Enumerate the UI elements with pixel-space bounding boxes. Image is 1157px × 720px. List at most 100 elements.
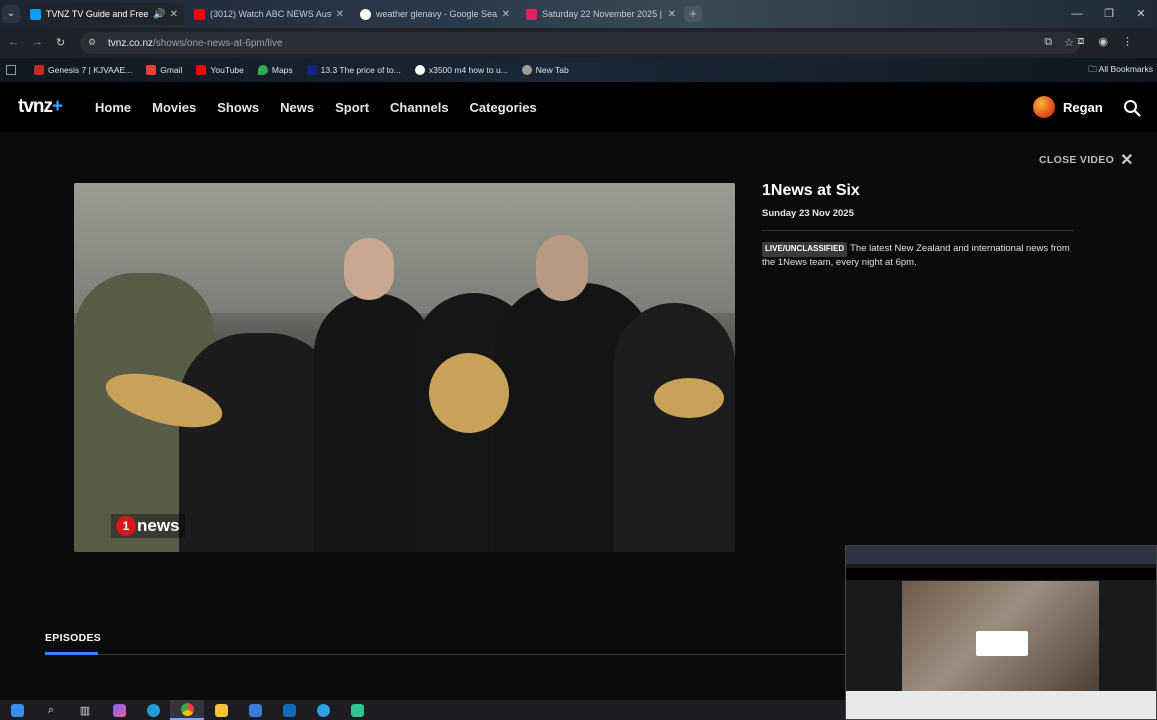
all-bookmarks-button[interactable]: 🗀 All Bookmarks — [1088, 64, 1153, 78]
close-tab-icon[interactable]: ✕ — [668, 9, 676, 20]
menu-icon[interactable]: ⋮ — [1122, 35, 1133, 48]
bookmark-label: x3500 m4 how to u... — [428, 65, 508, 75]
maps-pin-icon — [257, 65, 268, 75]
bookmark-label: 13.3 The price of to... — [320, 65, 401, 75]
close-window-icon[interactable]: ✕ — [1125, 0, 1157, 28]
task-view-icon: ▥ — [79, 704, 91, 717]
folder-icon — [214, 703, 228, 717]
bookmark-price[interactable]: 13.3 The price of to... — [306, 65, 401, 75]
nav-movies[interactable]: Movies — [152, 100, 196, 115]
tab-search-button[interactable]: ⌄ — [2, 5, 20, 23]
tab-title: (3012) Watch ABC NEWS Austr — [210, 9, 332, 19]
video-player[interactable]: 1 news — [74, 183, 735, 552]
mini-browser-chrome — [846, 546, 1156, 564]
bookmark-gmail[interactable]: Gmail — [146, 65, 182, 75]
nav-home[interactable]: Home — [95, 100, 131, 115]
url-path: /shows/one-news-at-6pm/live — [153, 37, 283, 49]
chrome-icon — [180, 702, 194, 716]
speaker-icon[interactable]: 🔊 — [153, 9, 165, 20]
edge-button[interactable] — [136, 700, 170, 720]
bookmark-label: Maps — [271, 65, 293, 75]
tab-title: TVNZ TV Guide and Free Li — [46, 9, 150, 19]
minimize-icon[interactable]: — — [1061, 0, 1093, 28]
globe-icon — [521, 65, 532, 75]
new-tab-button[interactable]: + — [684, 6, 702, 22]
file-explorer-button[interactable] — [204, 700, 238, 720]
edge-icon — [146, 703, 160, 717]
bookmark-new-tab[interactable]: New Tab — [521, 65, 569, 75]
close-video-button[interactable]: CLOSE VIDEO ✕ — [1039, 150, 1134, 170]
video-face — [536, 235, 588, 301]
logo-plus: + — [52, 96, 63, 117]
mini-dialog — [976, 631, 1028, 656]
search-icon[interactable] — [1123, 99, 1141, 117]
back-icon[interactable]: ← — [8, 36, 19, 48]
apps-grid-icon[interactable] — [6, 65, 16, 75]
mini-site-header — [846, 568, 1156, 580]
url-field[interactable]: ⚙ tvnz.co.nz/shows/one-news-at-6pm/live … — [80, 32, 1080, 54]
watermark-text: news — [137, 516, 180, 535]
bookmark-label: Gmail — [160, 65, 183, 75]
close-tab-icon[interactable]: ✕ — [170, 9, 178, 20]
bookmark-genesis[interactable]: Genesis 7 | KJVAAE... — [34, 65, 132, 75]
chrome-button[interactable] — [170, 700, 204, 720]
tvnz-favicon-icon — [30, 8, 41, 20]
play-favicon-icon — [526, 8, 537, 20]
restore-icon[interactable]: ❐ — [1093, 0, 1125, 28]
telegram-button[interactable] — [306, 700, 340, 720]
bookmark-x3500[interactable]: x3500 m4 how to u... — [414, 65, 508, 75]
install-app-icon[interactable]: ⧉ — [1044, 36, 1052, 49]
user-profile-button[interactable]: Regan — [1033, 96, 1103, 118]
app-button[interactable] — [340, 700, 374, 720]
bookmark-label: Genesis 7 | KJVAAE... — [48, 65, 133, 75]
forward-icon[interactable]: → — [32, 36, 43, 48]
store-button[interactable] — [238, 700, 272, 720]
bookmark-favicon-icon — [306, 65, 317, 75]
close-tab-icon[interactable]: ✕ — [502, 9, 510, 20]
tvnz-logo[interactable]: tvnz+ — [18, 96, 63, 118]
tab-episodes[interactable]: EPISODES — [45, 632, 101, 644]
browser-tab-weather[interactable]: weather glenavy - Google Sea ✕ — [354, 3, 516, 25]
youtube-favicon-icon — [194, 8, 205, 20]
main-nav: Home Movies Shows News Sport Channels Ca… — [95, 100, 537, 115]
reload-icon[interactable]: ↻ — [56, 36, 65, 49]
site-info-icon[interactable]: ⚙ — [88, 37, 100, 49]
telegram-icon — [316, 703, 330, 717]
bookmark-maps[interactable]: Maps — [257, 65, 293, 75]
tab-title: Saturday 22 November 2025 | F — [542, 9, 664, 19]
wheat-bundle — [654, 378, 724, 418]
nav-sport[interactable]: Sport — [335, 100, 369, 115]
tab-title: weather glenavy - Google Sea — [376, 9, 498, 19]
extensions-icon[interactable]: ⧈ — [1077, 35, 1084, 48]
copilot-button[interactable] — [102, 700, 136, 720]
bookmark-youtube[interactable]: YouTube — [196, 65, 244, 75]
close-tab-icon[interactable]: ✕ — [336, 9, 344, 20]
outlook-button[interactable] — [272, 700, 306, 720]
mini-player-overlay[interactable] — [845, 545, 1157, 720]
gmail-icon — [146, 65, 157, 75]
active-tab-indicator — [45, 652, 98, 655]
browser-tab-abc[interactable]: (3012) Watch ABC NEWS Austr ✕ — [188, 3, 350, 25]
task-view-button[interactable]: ▥ — [68, 700, 102, 720]
classification-badge: LIVE/UNCLASSIFIED — [762, 242, 848, 257]
browser-tab-saturday[interactable]: Saturday 22 November 2025 | F ✕ — [520, 3, 682, 25]
bookmark-favicon-icon — [34, 65, 44, 75]
show-date: Sunday 23 Nov 2025 — [762, 208, 854, 219]
divider — [45, 654, 845, 655]
bookmark-star-icon[interactable]: ☆ — [1064, 36, 1074, 49]
start-button[interactable] — [0, 700, 34, 720]
outlook-icon — [282, 703, 296, 717]
nav-news[interactable]: News — [280, 100, 314, 115]
address-bar-row: ← → ↻ ⚙ tvnz.co.nz/shows/one-news-at-6pm… — [0, 28, 1157, 58]
mini-video — [902, 581, 1099, 691]
video-face — [344, 238, 394, 300]
close-icon: ✕ — [1120, 152, 1134, 169]
profile-icon[interactable]: ◉ — [1098, 35, 1108, 48]
bookmark-label: YouTube — [210, 65, 244, 75]
browser-tab-tvnz[interactable]: TVNZ TV Guide and Free Li 🔊 ✕ — [24, 3, 184, 25]
nav-categories[interactable]: Categories — [470, 100, 537, 115]
nav-channels[interactable]: Channels — [390, 100, 449, 115]
nav-shows[interactable]: Shows — [217, 100, 259, 115]
video-figure — [614, 303, 735, 552]
search-taskbar-button[interactable]: ⌕ — [34, 700, 68, 720]
